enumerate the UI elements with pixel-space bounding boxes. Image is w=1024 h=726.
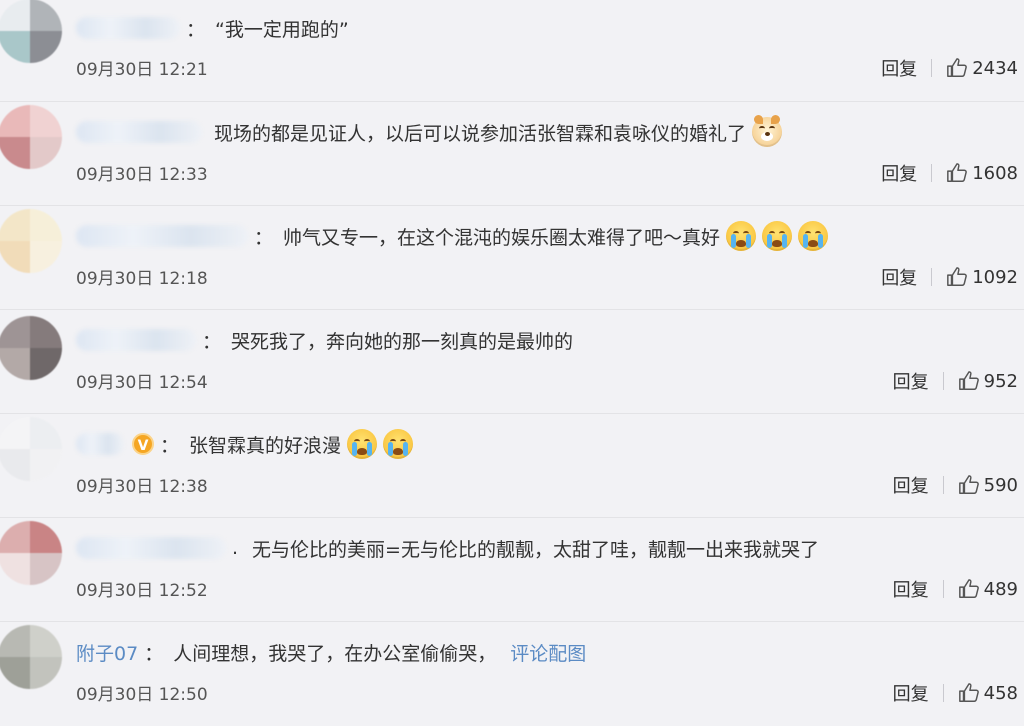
username[interactable] — [76, 17, 180, 40]
comment-line: 现场的都是见证人，以后可以说参加活张智霖和袁咏仪的婚礼了 — [76, 114, 783, 150]
like-button[interactable]: 458 — [958, 682, 1018, 704]
avatar[interactable] — [0, 316, 62, 380]
thumbs-up-icon — [958, 475, 979, 494]
timestamp: 09月30日 12:52 — [76, 581, 208, 601]
crying-emoji-icon — [762, 221, 793, 251]
colon: ： — [254, 226, 274, 249]
colon: ： — [144, 642, 164, 665]
comment-actions: 回复 2434 — [881, 55, 1018, 81]
like-button[interactable]: 590 — [958, 474, 1018, 496]
comment-line: ： “我一定用跑的” — [76, 10, 349, 46]
thumbs-up-icon — [947, 163, 968, 182]
username[interactable] — [76, 121, 202, 144]
avatar[interactable] — [0, 625, 62, 689]
thumbs-up-icon — [958, 371, 979, 390]
reply-button[interactable]: 回复 — [893, 680, 929, 706]
comment-actions: 回复 590 — [893, 472, 1018, 498]
comment-text: 哭死我了，奔向她的那一刻真的是最帅的 — [231, 330, 574, 353]
timestamp: 09月30日 12:21 — [76, 60, 208, 80]
comment-actions: 回复 1092 — [881, 264, 1018, 290]
crying-emoji-icon — [347, 429, 378, 459]
avatar[interactable] — [0, 209, 62, 273]
comment-text: “我一定用跑的” — [215, 18, 349, 41]
thumbs-up-icon — [958, 579, 979, 598]
crying-emoji-icon — [726, 221, 757, 251]
reply-button[interactable]: 回复 — [881, 55, 917, 81]
username[interactable] — [76, 433, 124, 456]
crying-emoji-icon — [798, 221, 829, 251]
reply-button[interactable]: 回复 — [893, 472, 929, 498]
like-count: 1092 — [972, 266, 1018, 288]
like-count: 590 — [983, 474, 1018, 496]
like-button[interactable]: 2434 — [946, 57, 1018, 79]
colon: ： — [186, 18, 206, 41]
like-count: 458 — [983, 682, 1018, 704]
avatar[interactable] — [0, 105, 62, 169]
comment-item: 附子07 ： 人间理想，我哭了，在办公室偷偷哭， 评论配图 09月30日 12:… — [0, 622, 1024, 726]
like-button[interactable]: 489 — [958, 578, 1018, 600]
comment-item: ： 帅气又专一，在这个混沌的娱乐圈太难得了吧～真好 09月30日 12:18 回… — [0, 206, 1024, 310]
divider — [931, 59, 933, 77]
comment-text: 人间理想，我哭了，在办公室偷偷哭， — [173, 642, 497, 665]
like-count: 2434 — [972, 57, 1018, 79]
divider — [942, 580, 944, 598]
comment-actions: 回复 952 — [893, 368, 1018, 394]
like-button[interactable]: 1608 — [946, 162, 1018, 184]
like-button[interactable]: 952 — [958, 370, 1018, 392]
comment-line: V ： 张智霖真的好浪漫 — [76, 426, 414, 462]
divider — [931, 164, 933, 182]
colon: ： — [202, 330, 222, 353]
username[interactable] — [76, 225, 248, 248]
timestamp: 09月30日 12:38 — [76, 477, 208, 497]
comment-text: 帅气又专一，在这个混沌的娱乐圈太难得了吧～真好 — [283, 226, 721, 249]
comment-image-link[interactable]: 评论配图 — [510, 639, 586, 666]
timestamp: 09月30日 12:18 — [76, 269, 208, 289]
like-count: 489 — [983, 578, 1018, 600]
comment-item: . 无与伦比的美丽=无与伦比的靓靓，太甜了哇，靓靓一出来我就哭了 09月30日 … — [0, 518, 1024, 622]
comment-actions: 回复 458 — [893, 680, 1018, 706]
reply-button[interactable]: 回复 — [881, 160, 917, 186]
colon: ： — [160, 434, 180, 457]
comment-text: 现场的都是见证人，以后可以说参加活张智霖和袁咏仪的婚礼了 — [214, 122, 747, 145]
username[interactable] — [76, 537, 226, 560]
crying-emoji-icon — [383, 429, 414, 459]
comment-text: 无与伦比的美丽=无与伦比的靓靓，太甜了哇，靓靓一出来我就哭了 — [252, 538, 819, 561]
timestamp: 09月30日 12:50 — [76, 685, 208, 705]
timestamp: 09月30日 12:33 — [76, 165, 208, 185]
thumbs-up-icon — [947, 58, 968, 77]
avatar[interactable] — [0, 521, 62, 585]
dog-emoji-icon — [752, 115, 783, 147]
username[interactable] — [76, 329, 196, 352]
comment-line: ： 哭死我了，奔向她的那一刻真的是最帅的 — [76, 322, 573, 358]
comment-item: 现场的都是见证人，以后可以说参加活张智霖和袁咏仪的婚礼了 09月30日 12:3… — [0, 102, 1024, 206]
reply-button[interactable]: 回复 — [881, 264, 917, 290]
thumbs-up-icon — [958, 683, 979, 702]
comment-item: V ： 张智霖真的好浪漫 09月30日 12:38 回复 590 — [0, 414, 1024, 518]
comment-actions: 回复 1608 — [881, 160, 1018, 186]
colon: . — [232, 537, 239, 559]
reply-button[interactable]: 回复 — [893, 576, 929, 602]
reply-button[interactable]: 回复 — [893, 368, 929, 394]
divider — [942, 372, 944, 390]
comment-line: ： 帅气又专一，在这个混沌的娱乐圈太难得了吧～真好 — [76, 218, 829, 254]
comment-item: ： “我一定用跑的” 09月30日 12:21 回复 2434 — [0, 0, 1024, 102]
comment-item: ： 哭死我了，奔向她的那一刻真的是最帅的 09月30日 12:54 回复 952 — [0, 310, 1024, 414]
verified-badge-icon: V — [132, 433, 154, 455]
username[interactable]: 附子07 — [76, 639, 138, 666]
avatar[interactable] — [0, 0, 62, 63]
like-button[interactable]: 1092 — [946, 266, 1018, 288]
avatar[interactable] — [0, 417, 62, 481]
comment-line: . 无与伦比的美丽=无与伦比的靓靓，太甜了哇，靓靓一出来我就哭了 — [76, 530, 819, 566]
comment-text: 张智霖真的好浪漫 — [189, 434, 342, 457]
like-count: 952 — [983, 370, 1018, 392]
divider — [942, 476, 944, 494]
comment-line: 附子07 ： 人间理想，我哭了，在办公室偷偷哭， 评论配图 — [76, 634, 586, 670]
divider — [931, 268, 933, 286]
like-count: 1608 — [972, 162, 1018, 184]
divider — [942, 684, 944, 702]
timestamp: 09月30日 12:54 — [76, 373, 208, 393]
comment-actions: 回复 489 — [893, 576, 1018, 602]
thumbs-up-icon — [947, 267, 968, 286]
